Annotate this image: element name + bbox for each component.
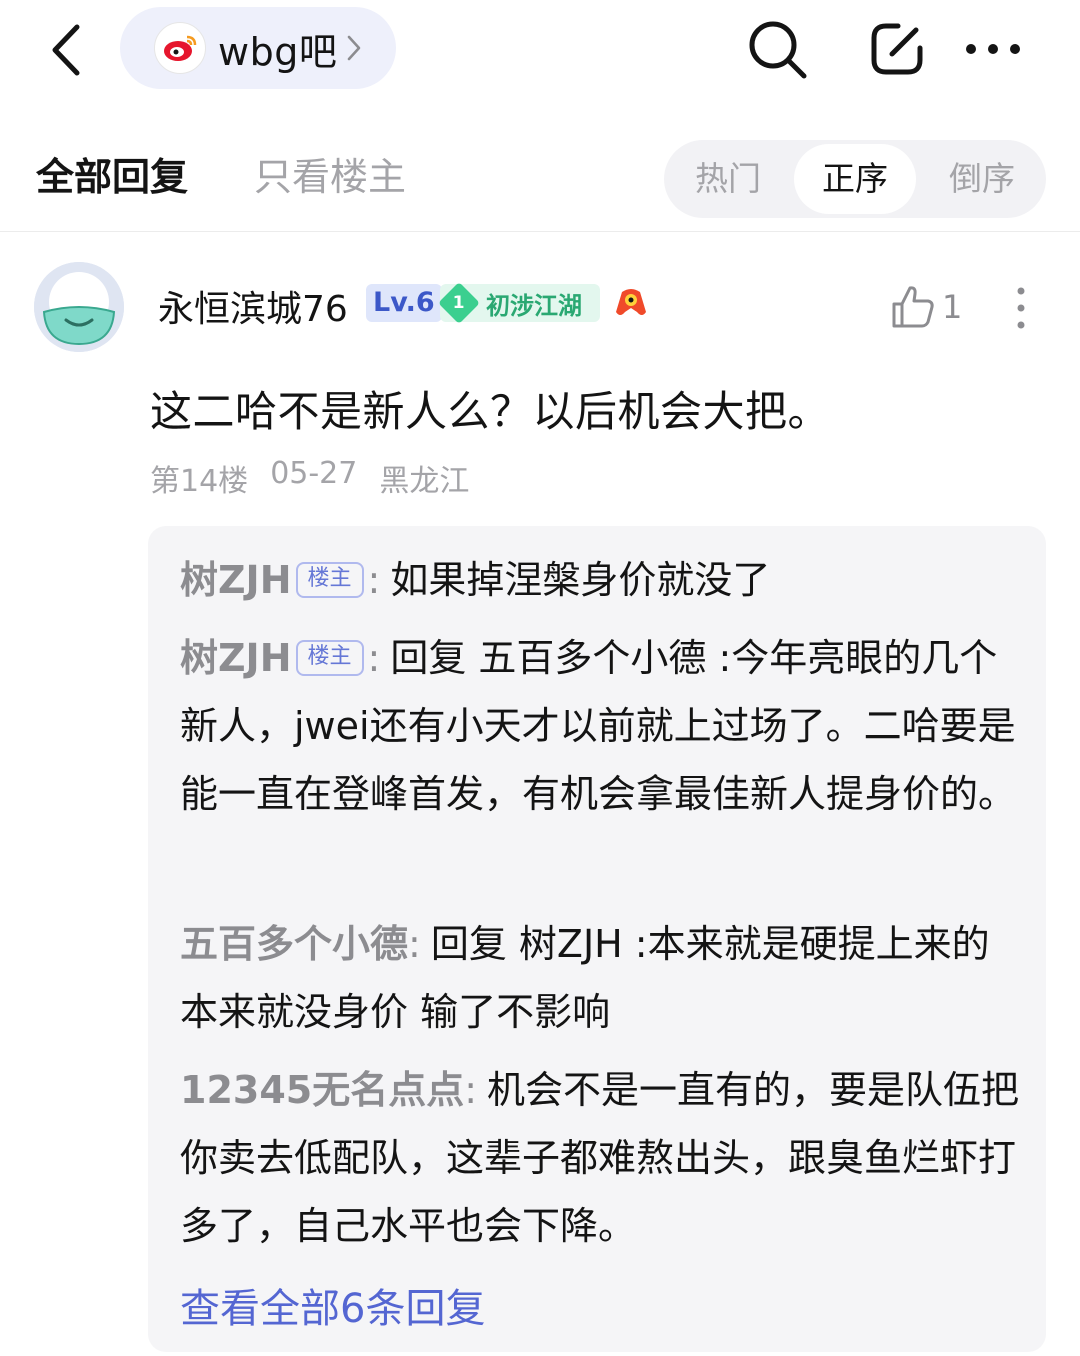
back-button[interactable] [38,20,94,80]
weibo-logo-icon [154,22,206,74]
op-tag: 楼主 [295,562,364,598]
op-tag: 楼主 [295,640,364,676]
view-all-replies-link[interactable]: 查看全部6条回复 [180,1276,485,1334]
vertical-more-icon [1017,287,1025,329]
forum-name: wbg吧 [218,29,338,74]
tab-all-replies[interactable]: 全部回复 [36,146,188,201]
reply-item[interactable]: 12345无名点点: 机会不是一直有的，要是队伍把你卖去低配队，这辈子都难熬出头，… [180,1056,1020,1260]
like-button[interactable] [888,282,938,332]
tab-op-only[interactable]: 只看楼主 [254,146,406,201]
rank-label: 初涉江湖 [486,291,582,320]
avatar[interactable] [34,262,124,352]
post-meta: 第14楼 05-27 黑龙江 [150,456,469,500]
search-icon [749,21,807,79]
reply-author[interactable]: 五百多个小德 [180,922,408,966]
post-menu-button[interactable] [1006,286,1036,330]
back-icon [52,24,80,76]
level-badge: Lv.6 [366,284,442,322]
sort-toggle: 热门 正序 倒序 [664,140,1046,218]
sort-descending[interactable]: 倒序 [922,140,1042,218]
reply-author[interactable]: 12345无名点点 [180,1068,464,1112]
sort-hot[interactable]: 热门 [668,140,788,218]
more-button[interactable] [958,14,1028,84]
post-content: 这二哈不是新人么？以后机会大把。 [150,387,831,436]
chevron-right-icon [347,35,361,61]
reply-item[interactable]: 五百多个小德: 回复 树ZJH :本来就是硬提上来的 本来就没身价 输了不影响 [180,910,1020,1046]
reply-text: 如果掉涅槃身价就没了 [390,558,771,602]
divider [0,231,1080,232]
edit-icon [871,23,923,75]
reply-item[interactable]: 树ZJH 楼主: 回复 五百多个小德 :今年亮眼的几个新人，jwei还有小天才以前就… [180,624,1020,828]
gamepad-icon [610,282,652,324]
floor-number: 第14楼 [150,464,249,499]
reply-author[interactable]: 树ZJH [180,636,292,680]
rank-badge: 1 初涉江湖 [438,282,600,324]
post-location: 黑龙江 [379,464,470,499]
more-icon [966,44,1020,54]
thumbs-up-icon [892,286,934,328]
reply-author[interactable]: 树ZJH [180,558,292,602]
compose-button[interactable] [862,14,932,84]
sort-ascending[interactable]: 正序 [794,144,916,214]
post-date: 05-27 [270,456,358,491]
post-username[interactable]: 永恒滨城76 [158,280,348,332]
like-count: 1 [942,288,963,326]
reply-item[interactable]: 树ZJH 楼主: 如果掉涅槃身价就没了 [180,546,1020,614]
rank-number: 1 [438,282,480,324]
forum-link[interactable]: wbg吧 [120,7,396,89]
search-button[interactable] [742,14,812,84]
